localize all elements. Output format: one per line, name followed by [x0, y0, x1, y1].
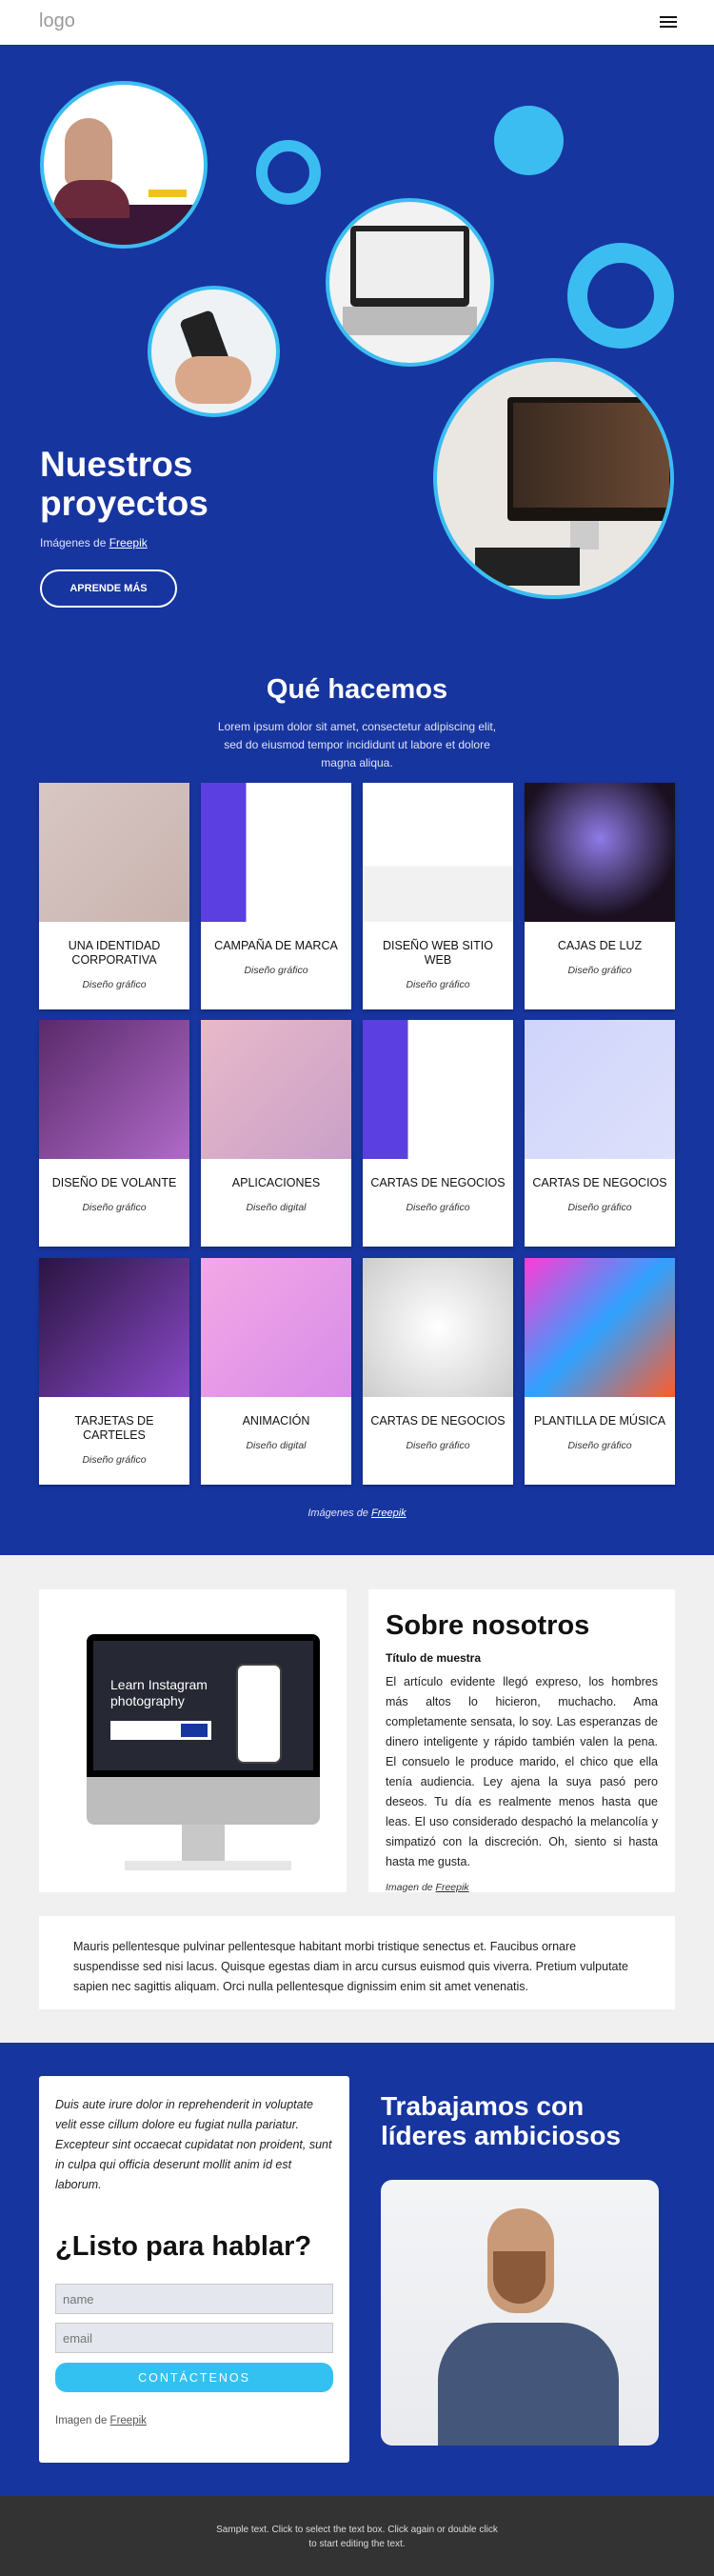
- service-card-category: Diseño digital: [246, 1202, 307, 1213]
- about-text: El artículo evidente llegó expreso, los …: [386, 1675, 658, 1868]
- hero-image-phone: [148, 286, 280, 417]
- service-card-image: [39, 783, 189, 922]
- hamburger-icon[interactable]: [660, 13, 677, 30]
- service-card-image: [363, 1020, 513, 1159]
- service-card-category: Diseño gráfico: [406, 1440, 470, 1451]
- service-card[interactable]: UNA IDENTIDAD CORPORATIVA Diseño gráfico: [39, 783, 189, 1009]
- service-card-title: UNA IDENTIDAD CORPORATIVA: [68, 939, 161, 967]
- name-input[interactable]: [55, 2284, 333, 2314]
- service-card[interactable]: CAMPAÑA DE MARCA Diseño gráfico: [201, 783, 351, 1009]
- freepik-link[interactable]: Freepik: [109, 536, 148, 549]
- service-card[interactable]: DISEÑO WEB SITIO WEB Diseño gráfico: [363, 783, 513, 1009]
- service-card-category: Diseño gráfico: [567, 965, 632, 976]
- service-card[interactable]: CARTAS DE NEGOCIOS Diseño gráfico: [363, 1020, 513, 1247]
- service-card[interactable]: APLICACIONES Diseño digital: [201, 1020, 351, 1247]
- service-card[interactable]: TARJETAS DE CARTELES Diseño gráfico: [39, 1258, 189, 1485]
- service-card-title: CARTAS DE NEGOCIOS: [370, 1414, 506, 1428]
- service-card-image: [201, 1020, 351, 1159]
- service-card-category: Diseño gráfico: [406, 1202, 470, 1213]
- decorative-ring-large: [567, 243, 674, 349]
- service-card[interactable]: CARTAS DE NEGOCIOS Diseño gráfico: [363, 1258, 513, 1485]
- service-card-title: CAJAS DE LUZ: [557, 939, 643, 952]
- logo[interactable]: logo: [39, 10, 75, 32]
- learn-more-button[interactable]: APRENDE MÁS: [40, 569, 177, 608]
- service-card-category: Diseño digital: [246, 1440, 307, 1451]
- service-card-image: [525, 1020, 675, 1159]
- service-card-category: Diseño gráfico: [82, 979, 147, 990]
- header: logo: [0, 0, 714, 45]
- service-card-title: DISEÑO WEB SITIO WEB: [383, 939, 493, 967]
- work-title: Trabajamos con líderes ambiciosos: [381, 2091, 622, 2150]
- service-card-title: APLICACIONES: [231, 1176, 321, 1189]
- services-subtitle: Lorem ipsum dolor sit amet, consectetur …: [217, 720, 497, 769]
- service-card-image: [201, 1258, 351, 1397]
- decorative-dot: [494, 106, 564, 175]
- service-card-title: TARJETAS DE CARTELES: [74, 1414, 154, 1442]
- service-card[interactable]: CAJAS DE LUZ Diseño gráfico: [525, 783, 675, 1009]
- service-card-image: [363, 783, 513, 922]
- contact-text: Duis aute irure dolor in reprehenderit i…: [55, 2098, 332, 2191]
- work-image: [381, 2180, 659, 2446]
- service-card-title: CARTAS DE NEGOCIOS: [532, 1176, 667, 1189]
- hero-image-fitness: [433, 358, 674, 599]
- service-card-category: Diseño gráfico: [406, 979, 470, 990]
- decorative-ring-small: [256, 140, 321, 205]
- footer-text: Sample text. Click to select the text bo…: [216, 2525, 498, 2549]
- service-card-title: DISEÑO DE VOLANTE: [51, 1176, 177, 1189]
- service-card-title: ANIMACIÓN: [242, 1414, 310, 1428]
- hero-credit: Imágenes de Freepik: [40, 536, 148, 549]
- about-card: Sobre nosotros Título de muestra El artí…: [368, 1589, 675, 1893]
- services-credit: Imágenes de Freepik: [307, 1508, 407, 1519]
- contact-card: Duis aute irure dolor in reprehenderit i…: [39, 2076, 349, 2463]
- footer: Sample text. Click to select the text bo…: [0, 2496, 714, 2576]
- service-card[interactable]: ANIMACIÓN Diseño digital: [201, 1258, 351, 1485]
- about-title: Sobre nosotros: [386, 1610, 590, 1641]
- hero-image-laptop: [326, 198, 494, 367]
- hero-image-consultancy: [40, 81, 208, 249]
- freepik-link[interactable]: Freepik: [110, 2415, 147, 2426]
- service-card-category: Diseño gráfico: [567, 1440, 632, 1451]
- contact-credit: Imagen de Freepik: [55, 2415, 147, 2426]
- service-card-title: CAMPAÑA DE MARCA: [214, 939, 338, 952]
- screen-title: Learn Instagram photography: [110, 1677, 208, 1708]
- service-card-image: [39, 1258, 189, 1397]
- service-card-category: Diseño gráfico: [567, 1202, 632, 1213]
- about-image: Learn Instagram photography: [39, 1589, 347, 1892]
- service-card-image: [363, 1258, 513, 1397]
- service-card-category: Diseño gráfico: [82, 1202, 147, 1213]
- about-extra-text: Mauris pellentesque pulvinar pellentesqu…: [39, 1916, 675, 2009]
- services-title: Qué hacemos: [266, 674, 448, 705]
- hero-title: Nuestros proyectos: [40, 445, 208, 523]
- service-card[interactable]: DISEÑO DE VOLANTE Diseño gráfico: [39, 1020, 189, 1247]
- contact-submit-button[interactable]: CONTÁCTENOS: [55, 2363, 333, 2392]
- service-card-title: PLANTILLA DE MÚSICA: [533, 1414, 666, 1428]
- service-card-category: Diseño gráfico: [244, 965, 308, 976]
- service-card[interactable]: CARTAS DE NEGOCIOS Diseño gráfico: [525, 1020, 675, 1247]
- service-card-title: CARTAS DE NEGOCIOS: [370, 1176, 506, 1189]
- contact-title: ¿Listo para hablar?: [55, 2231, 312, 2262]
- freepik-link[interactable]: Freepik: [371, 1508, 407, 1519]
- about-subtitle: Título de muestra: [386, 1651, 482, 1665]
- email-input[interactable]: [55, 2323, 333, 2353]
- service-card-image: [39, 1020, 189, 1159]
- about-credit: Imagen de Freepik: [386, 1882, 469, 1893]
- service-card-image: [525, 1258, 675, 1397]
- service-card-category: Diseño gráfico: [82, 1454, 147, 1466]
- service-card[interactable]: PLANTILLA DE MÚSICA Diseño gráfico: [525, 1258, 675, 1485]
- service-card-image: [201, 783, 351, 922]
- service-card-image: [525, 783, 675, 922]
- freepik-link[interactable]: Freepik: [436, 1882, 469, 1893]
